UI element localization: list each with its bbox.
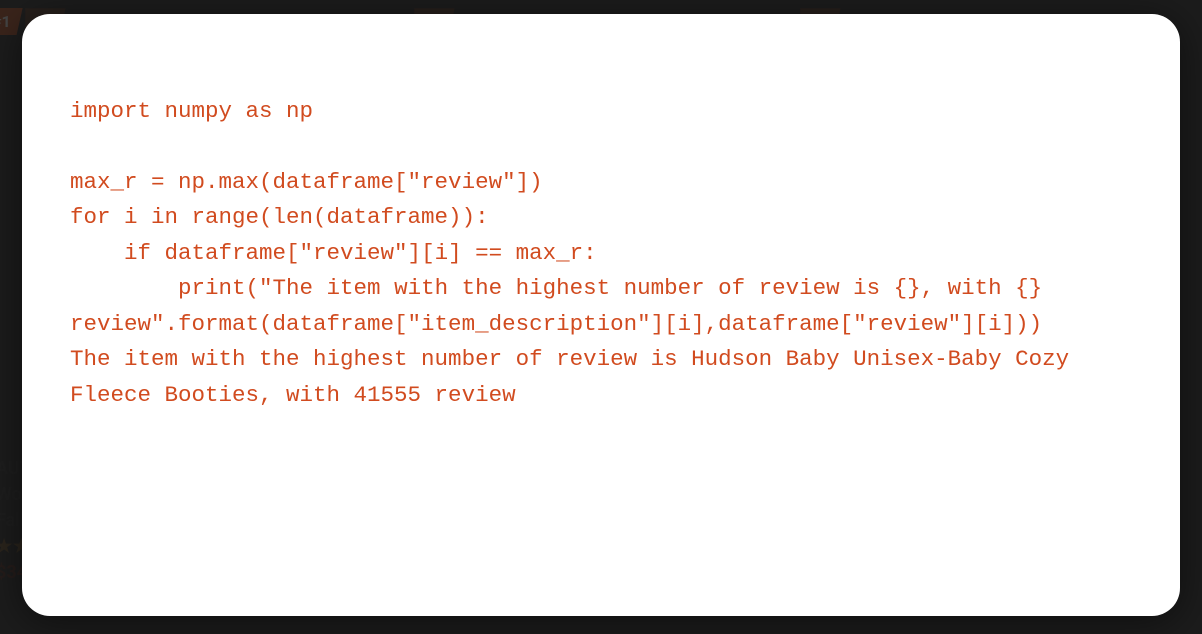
code-cell-content: import numpy as np max_r = np.max(datafr…	[70, 58, 1132, 449]
page-background: #1 #2 #3 #4 AUTOMET Womens Casual Plaid …	[0, 0, 1202, 634]
rank-badge-1: #1	[0, 8, 23, 35]
code-line: if dataframe["review"][i] == max_r:	[70, 240, 597, 266]
notebook-cell-card: import numpy as np max_r = np.max(datafr…	[22, 14, 1180, 616]
blank-line	[70, 129, 1132, 165]
code-line: max_r = np.max(dataframe["review"])	[70, 169, 543, 195]
output-line: The item with the highest number of revi…	[70, 346, 1083, 408]
code-line: print("The item with the highest number …	[70, 275, 1056, 337]
code-line: for i in range(len(dataframe)):	[70, 204, 489, 230]
code-line: import numpy as np	[70, 98, 313, 124]
